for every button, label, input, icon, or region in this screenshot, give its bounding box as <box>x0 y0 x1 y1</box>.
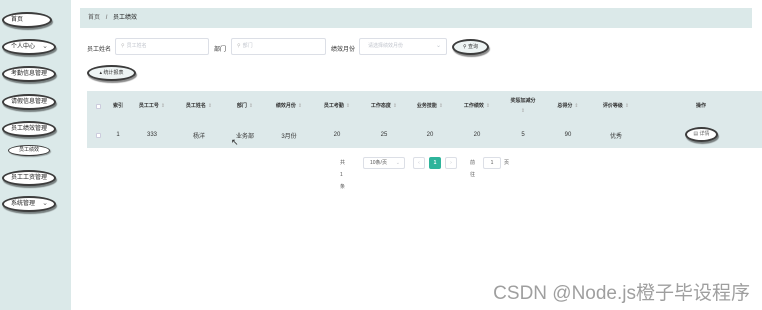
sidebar: 首页 个人中心 ⌄ 考勤信息管理 请假信息管理 员工绩效管理 ⌄ 员工绩效 员工… <box>0 0 71 310</box>
breadcrumb-separator: / <box>105 15 108 21</box>
column-header-skills[interactable]: 业务技能 ⇕ <box>409 91 451 122</box>
row-checkbox[interactable] <box>96 133 101 138</box>
employee-name-label: 员工姓名 <box>87 47 112 53</box>
column-header-total[interactable]: 总得分 ⇕ <box>550 91 586 122</box>
detail-button[interactable]: ▤ 详情 <box>685 127 718 142</box>
cell-month: 3月份 <box>281 133 297 140</box>
chevron-down-icon: ⌄ <box>435 43 441 49</box>
sidebar-subitem-employee-performance[interactable]: 员工绩效 <box>8 145 50 156</box>
mouse-cursor-icon: ↖ <box>231 137 239 147</box>
department-label: 部门 <box>214 47 227 53</box>
chevron-down-icon: ⌄ <box>395 160 400 166</box>
breadcrumb-home[interactable]: 首页 <box>88 15 100 21</box>
column-header-employee-id[interactable]: 员工工号 ⇕ <box>132 91 172 122</box>
sidebar-item-label: 员工工资管理 <box>11 175 48 181</box>
goto-suffix: 页 <box>504 160 510 166</box>
chevron-down-icon: ⌄ <box>42 200 48 207</box>
table-header: 索引 员工工号 ⇕ 员工姓名 ⇕ 部门 ⇕ 绩效月份 ⇕ 员工考勤 ⇕ 工作态度 ⇕ 业务技… <box>87 91 762 122</box>
column-header-grade[interactable]: 评价等级 ⇕ <box>594 91 638 122</box>
search-button[interactable]: ⚲ 查询 <box>452 39 489 55</box>
month-select[interactable]: 请选择绩效月份 ⌄ <box>359 38 447 55</box>
sidebar-item-attendance[interactable]: 考勤信息管理 <box>2 66 56 82</box>
sort-icon[interactable]: ⇕ <box>439 103 443 110</box>
column-header-bonus[interactable]: 奖惩加减分 ⇕ <box>503 91 543 122</box>
page-size-select[interactable]: 10条/页 ⌄ <box>363 157 405 169</box>
column-header-employee-name[interactable]: 员工姓名 ⇕ <box>179 91 219 122</box>
sidebar-item-label: 个人中心 <box>11 44 36 50</box>
prev-page-button[interactable]: ‹ <box>413 157 425 169</box>
column-header-department[interactable]: 部门 ⇕ <box>229 91 261 122</box>
sort-icon[interactable]: ⇕ <box>161 103 165 110</box>
sidebar-item-performance[interactable]: 员工绩效管理 ⌄ <box>2 121 56 137</box>
column-header-index: 索引 <box>112 103 123 109</box>
page-1-button[interactable]: 1 <box>429 157 441 169</box>
sort-icon[interactable]: ⇕ <box>486 103 490 110</box>
cell-employee-name: 杨洋 <box>192 133 205 140</box>
sort-icon[interactable]: ⇕ <box>208 103 212 110</box>
sort-icon[interactable]: ⇕ <box>346 103 350 110</box>
cell-bonus: 5 <box>521 132 525 138</box>
column-header-attitude[interactable]: 工作态度 ⇕ <box>363 91 405 122</box>
goto-page-input[interactable]: 1 <box>483 157 501 169</box>
column-header-month[interactable]: 绩效月份 ⇕ <box>268 91 310 122</box>
cell-total: 90 <box>564 132 572 138</box>
cell-attitude: 25 <box>380 132 388 138</box>
document-icon: ▤ <box>693 131 699 137</box>
sort-icon[interactable]: ⇕ <box>521 108 525 115</box>
sidebar-item-system[interactable]: 系统管理 ⌄ <box>2 196 56 212</box>
sort-icon[interactable]: ⇕ <box>625 103 629 110</box>
department-input[interactable]: ⚲ 部门 <box>231 38 326 55</box>
sidebar-subitem-label: 员工绩效 <box>18 147 39 153</box>
cell-index: 1 <box>116 132 120 138</box>
sidebar-item-leave[interactable]: 请假信息管理 <box>2 94 56 110</box>
chevron-down-icon: ⌄ <box>42 43 48 50</box>
sidebar-item-label: 首页 <box>11 17 24 23</box>
watermark: CSDN @Node.js橙子毕设程序 <box>493 283 750 304</box>
sidebar-item-home[interactable]: 首页 <box>2 12 52 28</box>
sort-icon[interactable]: ⇕ <box>574 103 578 110</box>
search-icon: ⚲ <box>462 44 467 50</box>
pagination-total: 共 1 条 <box>340 160 346 190</box>
breadcrumb-current: 员工绩效 <box>113 15 138 21</box>
cell-performance: 20 <box>473 132 481 138</box>
column-header-performance[interactable]: 工作绩效 ⇕ <box>456 91 498 122</box>
month-label: 绩效月份 <box>331 47 356 53</box>
cell-attendance: 20 <box>333 132 341 138</box>
cell-skills: 20 <box>426 132 434 138</box>
search-icon: ⚲ <box>121 43 125 49</box>
employee-name-input[interactable]: ⚲ 员工姓名 <box>115 38 209 55</box>
sidebar-item-label: 请假信息管理 <box>11 99 48 105</box>
table-row: 1 333 杨洋 业务部 3月份 20 25 20 20 5 90 优秀 ▤ 详… <box>87 122 762 148</box>
search-icon: ⚲ <box>237 43 241 49</box>
next-page-button[interactable]: › <box>445 157 457 169</box>
chevron-down-icon: ⌄ <box>42 125 48 132</box>
stats-report-button[interactable]: ▴ 统计报表 <box>87 65 136 81</box>
goto-label: 前往 <box>470 160 476 178</box>
sort-icon[interactable]: ⇕ <box>298 103 302 110</box>
sort-icon[interactable]: ⇕ <box>393 103 397 110</box>
column-header-attendance[interactable]: 员工考勤 ⇕ <box>316 91 358 122</box>
sidebar-item-label: 系统管理 <box>11 201 36 207</box>
sidebar-item-personal-center[interactable]: 个人中心 ⌄ <box>2 39 56 55</box>
cell-grade: 优秀 <box>609 133 622 140</box>
column-header-actions: 操作 <box>695 103 706 109</box>
breadcrumb: 首页 / 员工绩效 <box>80 8 752 28</box>
sidebar-item-salary[interactable]: 员工工资管理 <box>2 170 56 186</box>
sidebar-item-label: 考勤信息管理 <box>11 71 48 77</box>
select-all-checkbox[interactable] <box>96 104 101 109</box>
cell-employee-id: 333 <box>146 132 157 138</box>
sort-icon[interactable]: ⇕ <box>249 103 253 110</box>
chart-icon: ▴ <box>99 70 103 76</box>
